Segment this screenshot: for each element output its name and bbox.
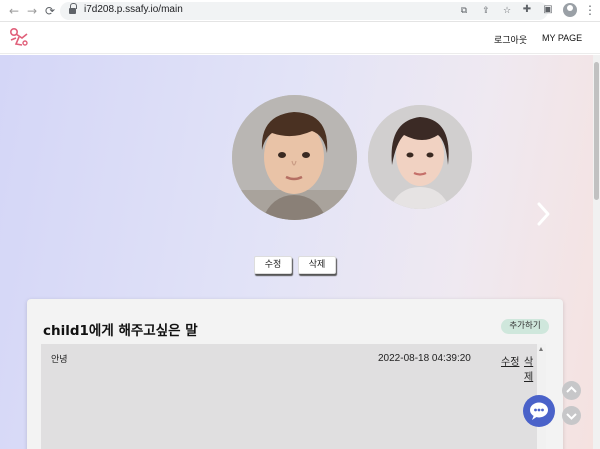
lock-icon[interactable] xyxy=(69,3,77,15)
edit-button[interactable]: 수정 xyxy=(254,256,292,274)
share-icon[interactable]: ⇪ xyxy=(480,5,492,17)
scroll-down-button[interactable] xyxy=(562,406,581,425)
back-icon[interactable]: ← xyxy=(6,3,22,19)
message-text: 안녕 xyxy=(51,355,68,365)
forward-icon[interactable]: → xyxy=(24,3,40,19)
chat-button[interactable] xyxy=(523,395,555,427)
menu-icon[interactable]: ⋮ xyxy=(584,3,596,17)
child2-photo[interactable] xyxy=(368,105,472,209)
translate-icon[interactable]: ⧉ xyxy=(458,5,470,17)
profile-icon[interactable] xyxy=(563,3,577,17)
logout-link[interactable]: 로그아웃 xyxy=(494,33,527,46)
delete-button[interactable]: 삭제 xyxy=(298,256,336,274)
app-header: 로그아웃 MY PAGE xyxy=(0,22,600,54)
message-list[interactable]: 안녕 2022-08-18 04:39:20 수정 삭제 xyxy=(41,344,537,449)
url-text[interactable]: i7d208.p.ssafy.io/main xyxy=(84,4,183,15)
star-icon[interactable]: ☆ xyxy=(501,5,513,17)
child1-photo[interactable] xyxy=(232,95,357,220)
scroll-up-button[interactable] xyxy=(562,381,581,400)
message-edit-link[interactable]: 수정 xyxy=(501,353,519,368)
extensions-icon[interactable]: ✚ xyxy=(520,3,534,17)
mypage-link[interactable]: MY PAGE xyxy=(542,33,582,43)
message-card: child1에게 해주고싶은 말 추가하기 안녕 2022-08-18 04:3… xyxy=(27,299,563,449)
message-date: 2022-08-18 04:39:20 xyxy=(378,353,471,364)
chat-icon xyxy=(530,402,548,420)
chevron-up-icon xyxy=(566,386,577,393)
reload-icon[interactable]: ⟳ xyxy=(42,3,58,19)
browser-toolbar: ← → ⟳ i7d208.p.ssafy.io/main ⧉ ⇪ ☆ ✚ ▣ ⋮ xyxy=(0,0,600,22)
message-delete-link[interactable]: 삭제 xyxy=(524,353,537,383)
carousel-next-icon[interactable] xyxy=(533,201,553,227)
side-panel-icon[interactable]: ▣ xyxy=(541,3,555,17)
address-bar[interactable]: i7d208.p.ssafy.io/main ⧉ ⇪ ☆ xyxy=(60,2,548,20)
logo-icon[interactable] xyxy=(8,26,30,48)
card-title: child1에게 해주고싶은 말 xyxy=(43,323,198,339)
add-message-button[interactable]: 추가하기 xyxy=(501,319,549,334)
page-scrollbar-thumb[interactable] xyxy=(594,62,599,200)
chevron-down-icon xyxy=(566,413,577,420)
